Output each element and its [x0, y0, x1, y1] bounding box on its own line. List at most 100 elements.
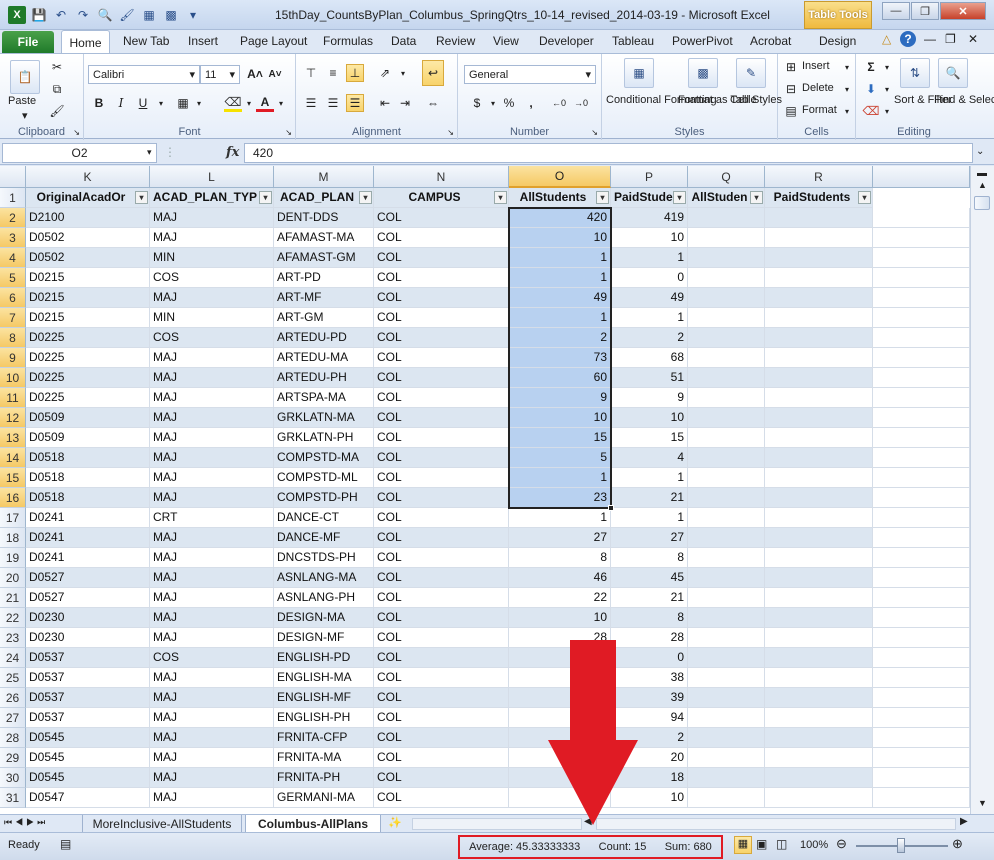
- font-color-dropdown-icon[interactable]: ▾: [272, 94, 290, 112]
- table-cell[interactable]: COL: [374, 468, 509, 488]
- table-cell[interactable]: [765, 788, 873, 808]
- table-cell[interactable]: [688, 348, 765, 368]
- table-cell[interactable]: COMPSTD-PH: [274, 488, 374, 508]
- clipboard-launcher-icon[interactable]: ↘: [73, 128, 80, 137]
- empty-cell[interactable]: [873, 428, 970, 448]
- help-icon[interactable]: ?: [900, 31, 916, 47]
- table-cell[interactable]: COL: [374, 288, 509, 308]
- table-cell[interactable]: COL: [374, 308, 509, 328]
- table-cell[interactable]: MAJ: [150, 628, 274, 648]
- row-header[interactable]: 28: [0, 728, 26, 748]
- table-cell[interactable]: COL: [374, 388, 509, 408]
- row-header[interactable]: 14: [0, 448, 26, 468]
- zoom-level[interactable]: 100%: [800, 839, 828, 851]
- conditional-formatting-button[interactable]: Conditional Formatting: [606, 94, 717, 106]
- autosum-dropdown-icon[interactable]: ▾: [878, 58, 896, 76]
- table-cell[interactable]: COL: [374, 588, 509, 608]
- delete-dropdown-icon[interactable]: ▾: [838, 80, 856, 98]
- column-header-p[interactable]: P: [611, 166, 688, 188]
- sheet-tab-columbus[interactable]: Columbus-AllPlans: [245, 815, 381, 833]
- zoom-slider-thumb[interactable]: [897, 838, 905, 853]
- table-cell[interactable]: 49: [509, 288, 611, 308]
- table-header-cell[interactable]: OriginalAcadOr ▾: [26, 188, 150, 208]
- tab-acrobat[interactable]: Acrobat: [750, 34, 791, 48]
- column-header-k[interactable]: K: [26, 166, 150, 188]
- row-header[interactable]: 18: [0, 528, 26, 548]
- row-header[interactable]: 23: [0, 628, 26, 648]
- workbook-minimize-icon[interactable]: —: [924, 32, 936, 46]
- table-cell[interactable]: 0: [611, 268, 688, 288]
- table-cell[interactable]: 8: [611, 608, 688, 628]
- table-cell[interactable]: D0545: [26, 768, 150, 788]
- tab-powerpivot[interactable]: PowerPivot: [672, 34, 733, 48]
- table-cell[interactable]: COL: [374, 728, 509, 748]
- column-header-n[interactable]: N: [374, 166, 509, 188]
- table-cell[interactable]: D0225: [26, 348, 150, 368]
- table-cell[interactable]: [688, 228, 765, 248]
- table-cell[interactable]: ARTEDU-MA: [274, 348, 374, 368]
- table-cell[interactable]: [765, 468, 873, 488]
- table-cell[interactable]: MAJ: [150, 588, 274, 608]
- table-cell[interactable]: DENT-DDS: [274, 208, 374, 228]
- row-header[interactable]: 15: [0, 468, 26, 488]
- table-cell[interactable]: 8: [611, 548, 688, 568]
- find-select-icon[interactable]: 🔍: [938, 58, 968, 88]
- table-cell[interactable]: FRNITA-MA: [274, 748, 374, 768]
- column-header-o[interactable]: O: [509, 166, 611, 188]
- table-cell[interactable]: D0518: [26, 448, 150, 468]
- format-as-table-icon[interactable]: ▩: [688, 58, 718, 88]
- empty-cell[interactable]: [873, 468, 970, 488]
- empty-cell[interactable]: [873, 288, 970, 308]
- table-cell[interactable]: MAJ: [150, 468, 274, 488]
- format-painter-qat-icon[interactable]: 🖌: [118, 6, 136, 24]
- table-cell[interactable]: GRKLATN-PH: [274, 428, 374, 448]
- table-cell[interactable]: [765, 488, 873, 508]
- table-cell[interactable]: ENGLISH-PD: [274, 648, 374, 668]
- paste-dropdown-icon[interactable]: ▾: [22, 109, 28, 122]
- table-cell[interactable]: DESIGN-MF: [274, 628, 374, 648]
- tab-design[interactable]: Design: [819, 34, 856, 48]
- table-cell[interactable]: MIN: [150, 248, 274, 268]
- table-cell[interactable]: [688, 588, 765, 608]
- table-cell[interactable]: 1: [611, 308, 688, 328]
- table-cell[interactable]: [688, 788, 765, 808]
- row-header[interactable]: 17: [0, 508, 26, 528]
- table-cell[interactable]: 10: [611, 408, 688, 428]
- table-cell[interactable]: 9: [509, 388, 611, 408]
- table-cell[interactable]: 1: [611, 508, 688, 528]
- redo-icon[interactable]: ↷: [74, 6, 92, 24]
- table-cell[interactable]: ENGLISH-MF: [274, 688, 374, 708]
- table-cell[interactable]: D0230: [26, 628, 150, 648]
- scroll-right-icon[interactable]: ▶: [960, 816, 968, 827]
- table-cell[interactable]: 5: [509, 448, 611, 468]
- table-cell[interactable]: ENGLISH-MA: [274, 668, 374, 688]
- table-cell[interactable]: [688, 568, 765, 588]
- selection-statistics[interactable]: Average: 45.33333333 Count: 15 Sum: 680: [458, 835, 723, 859]
- table-header-cell[interactable]: PaidStudents ▾: [765, 188, 873, 208]
- table-cell[interactable]: [688, 688, 765, 708]
- empty-cell[interactable]: [873, 788, 970, 808]
- filter-dropdown-icon[interactable]: ▾: [494, 191, 507, 204]
- empty-cell[interactable]: [873, 448, 970, 468]
- scroll-up-icon[interactable]: ▲: [978, 180, 987, 190]
- table-cell[interactable]: 9: [611, 388, 688, 408]
- table-cell[interactable]: COL: [374, 448, 509, 468]
- merge-center-icon[interactable]: ⇔: [422, 94, 444, 112]
- table-cell[interactable]: COL: [374, 648, 509, 668]
- table-cell[interactable]: GRKLATN-MA: [274, 408, 374, 428]
- cell-styles-icon[interactable]: ✎: [736, 58, 766, 88]
- table-cell[interactable]: COL: [374, 628, 509, 648]
- table-cell[interactable]: MAJ: [150, 768, 274, 788]
- row-header[interactable]: 2: [0, 208, 26, 228]
- table-cell[interactable]: 1: [509, 468, 611, 488]
- table-cell[interactable]: D0527: [26, 568, 150, 588]
- ribbon-minimize-icon[interactable]: △: [882, 32, 891, 46]
- table-cell[interactable]: COS: [150, 268, 274, 288]
- table-cell[interactable]: D0537: [26, 648, 150, 668]
- table-cell[interactable]: 21: [611, 488, 688, 508]
- close-button[interactable]: ✕: [940, 2, 986, 20]
- font-name-combo[interactable]: Calibri ▾: [88, 65, 200, 84]
- table-cell[interactable]: COS: [150, 328, 274, 348]
- table-cell[interactable]: [688, 308, 765, 328]
- tab-view[interactable]: View: [493, 34, 519, 48]
